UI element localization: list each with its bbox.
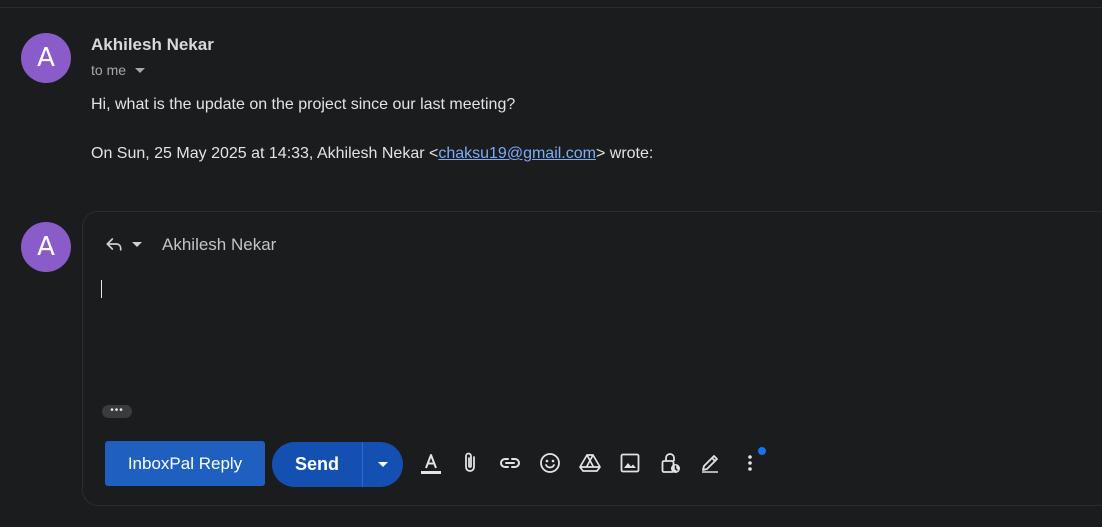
- insert-link-button[interactable]: [497, 450, 523, 476]
- signature-icon: [702, 455, 718, 473]
- formatting-icon: [421, 454, 441, 474]
- text-cursor[interactable]: [101, 280, 102, 298]
- insert-drive-file-button[interactable]: [577, 450, 603, 476]
- chevron-down-icon: [132, 241, 142, 247]
- reply-icon: [106, 238, 122, 251]
- inboxpal-reply-button[interactable]: InboxPal Reply: [105, 441, 265, 486]
- drive-icon: [579, 454, 601, 472]
- chevron-down-icon: [378, 462, 388, 467]
- send-button-group: Send: [272, 442, 403, 487]
- reply-type-button[interactable]: [104, 234, 142, 254]
- confidential-mode-button[interactable]: [657, 450, 683, 476]
- send-button[interactable]: Send: [272, 442, 363, 487]
- attach-icon: [465, 452, 475, 472]
- recipient-summary: to me: [91, 62, 127, 78]
- my-avatar: A: [21, 222, 71, 272]
- sender-avatar[interactable]: A: [21, 33, 71, 83]
- message-body: Hi, what is the update on the project si…: [91, 96, 516, 113]
- recipient-details-toggle[interactable]: to me: [91, 62, 146, 78]
- sender-name[interactable]: Akhilesh Nekar: [91, 35, 214, 55]
- insert-signature-button[interactable]: [697, 450, 723, 476]
- insert-emoji-button[interactable]: [537, 450, 563, 476]
- sender-email-link[interactable]: chaksu19@gmail.com: [438, 145, 596, 162]
- attach-files-button[interactable]: [457, 450, 483, 476]
- formatting-options-button[interactable]: [418, 450, 444, 476]
- quote-suffix: > wrote:: [595, 145, 654, 162]
- link-icon: [500, 458, 520, 468]
- confidential-icon: [661, 453, 680, 473]
- show-trimmed-content-button[interactable]: •••: [102, 405, 132, 418]
- more-options-icon: [748, 455, 752, 471]
- insert-photo-button[interactable]: [617, 450, 643, 476]
- photo-icon: [620, 453, 640, 473]
- reply-recipient[interactable]: Akhilesh Nekar: [162, 235, 276, 255]
- emoji-icon: [540, 453, 560, 473]
- divider: [0, 7, 1102, 8]
- quote-prefix: On Sun, 25 May 2025 at 14:33, Akhilesh N…: [91, 145, 439, 162]
- quoted-header: On Sun, 25 May 2025 at 14:33, Akhilesh N…: [91, 145, 653, 163]
- chevron-down-icon: [135, 67, 146, 73]
- notification-dot: [758, 447, 766, 455]
